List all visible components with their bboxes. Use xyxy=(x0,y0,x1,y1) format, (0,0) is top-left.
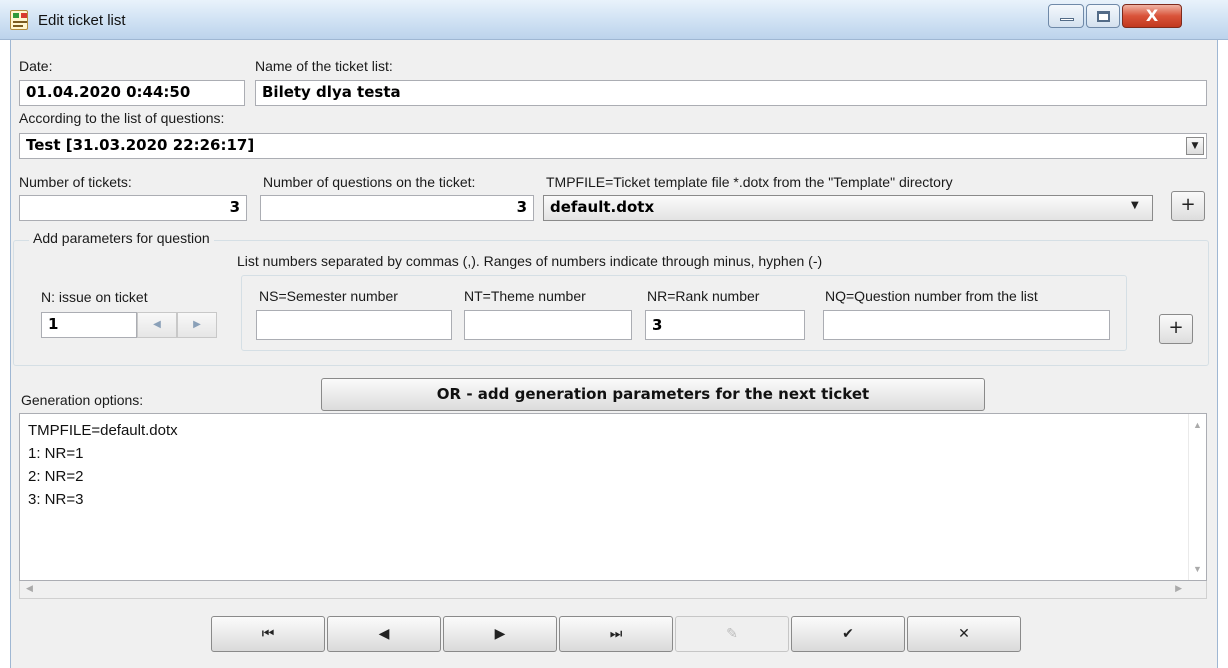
horizontal-scrollbar[interactable]: ◀ ▶ xyxy=(19,581,1207,599)
num-tickets-input[interactable]: 3 xyxy=(19,195,247,221)
chevron-down-icon[interactable]: ▼ xyxy=(1131,200,1139,211)
template-value: default.dotx xyxy=(550,198,655,216)
edit-icon: ✎ xyxy=(726,626,738,642)
questions-list-select[interactable]: Test [31.03.2020 22:26:17] xyxy=(19,133,1207,159)
chevron-right-icon: ▶ xyxy=(193,319,201,330)
maximize-icon xyxy=(1097,11,1110,22)
generation-options-memo[interactable]: TMPFILE=default.dotx 1: NR=1 2: NR=2 3: … xyxy=(19,413,1207,581)
ticket-list-name-input[interactable]: Bilety dlya testa xyxy=(255,80,1207,106)
date-field[interactable]: 01.04.2020 0:44:50 xyxy=(19,80,245,106)
memo-line: 3: NR=3 xyxy=(28,491,84,508)
scroll-left-icon[interactable]: ◀ xyxy=(26,584,33,594)
cancel-button[interactable]: ✕ xyxy=(907,616,1021,652)
add-next-ticket-button[interactable]: OR - add generation parameters for the n… xyxy=(321,378,985,411)
params-hint: List numbers separated by commas (,). Ra… xyxy=(237,253,823,269)
scroll-down-icon[interactable]: ▼ xyxy=(1189,564,1206,574)
num-tickets-label: Number of tickets: xyxy=(19,174,132,190)
memo-line: 1: NR=1 xyxy=(28,445,84,462)
last-record-button[interactable]: ⏭ xyxy=(559,616,673,652)
add-question-params-button[interactable]: + xyxy=(1159,314,1193,344)
next-record-button[interactable]: ▶ xyxy=(443,616,557,652)
next-icon: ▶ xyxy=(494,626,506,642)
ticket-list-name-label: Name of the ticket list: xyxy=(255,58,393,74)
rank-number-input[interactable]: 3 xyxy=(645,310,805,340)
params-group-legend: Add parameters for question xyxy=(29,230,214,246)
prev-icon: ◀ xyxy=(378,626,390,642)
minimize-button[interactable] xyxy=(1048,4,1084,28)
close-icon: X xyxy=(1145,6,1159,25)
issue-on-ticket-input[interactable]: 1 xyxy=(41,312,137,338)
num-questions-label: Number of questions on the ticket: xyxy=(263,174,476,190)
first-record-button[interactable]: ⏮ xyxy=(211,616,325,652)
question-number-input[interactable] xyxy=(823,310,1110,340)
title-bar[interactable]: Edit ticket list X xyxy=(0,0,1228,40)
dialog-client: Date: 01.04.2020 0:44:50 Name of the tic… xyxy=(10,40,1218,668)
issue-on-ticket-label: N: issue on ticket xyxy=(41,289,148,305)
semester-number-input[interactable] xyxy=(256,310,452,340)
maximize-button[interactable] xyxy=(1086,4,1120,28)
template-label: TMPFILE=Ticket template file *.dotx from… xyxy=(546,174,953,190)
num-questions-input[interactable]: 3 xyxy=(260,195,534,221)
prev-record-button[interactable]: ◀ xyxy=(327,616,441,652)
memo-line: 2: NR=2 xyxy=(28,468,84,485)
minimize-icon xyxy=(1060,18,1074,21)
template-select[interactable]: default.dotx xyxy=(543,195,1153,221)
memo-line: TMPFILE=default.dotx xyxy=(28,422,178,439)
spin-right-button[interactable]: ▶ xyxy=(177,312,217,338)
question-number-label: NQ=Question number from the list xyxy=(825,288,1038,304)
last-icon: ⏭ xyxy=(609,626,623,642)
generation-options-label: Generation options: xyxy=(21,392,144,408)
rank-number-label: NR=Rank number xyxy=(647,288,760,304)
first-icon: ⏮ xyxy=(261,626,275,642)
scroll-right-icon[interactable]: ▶ xyxy=(1175,584,1182,594)
check-icon: ✔ xyxy=(842,626,854,642)
chevron-down-icon[interactable]: ▼ xyxy=(1186,137,1204,155)
edit-record-button[interactable]: ✎ xyxy=(675,616,789,652)
scroll-up-icon[interactable]: ▲ xyxy=(1189,420,1206,430)
cancel-icon: ✕ xyxy=(958,626,970,642)
confirm-button[interactable]: ✔ xyxy=(791,616,905,652)
questions-list-label: According to the list of questions: xyxy=(19,110,225,126)
date-label: Date: xyxy=(19,58,53,74)
add-template-button[interactable]: + xyxy=(1171,191,1205,221)
vertical-scrollbar[interactable]: ▲ ▼ xyxy=(1188,414,1206,580)
theme-number-label: NT=Theme number xyxy=(464,288,586,304)
close-button[interactable]: X xyxy=(1122,4,1182,28)
app-icon xyxy=(10,10,28,30)
window-title: Edit ticket list xyxy=(38,12,126,29)
questions-list-value: Test [31.03.2020 22:26:17] xyxy=(26,136,255,154)
chevron-left-icon: ◀ xyxy=(153,319,161,330)
theme-number-input[interactable] xyxy=(464,310,632,340)
spin-left-button[interactable]: ◀ xyxy=(137,312,177,338)
semester-number-label: NS=Semester number xyxy=(259,288,398,304)
